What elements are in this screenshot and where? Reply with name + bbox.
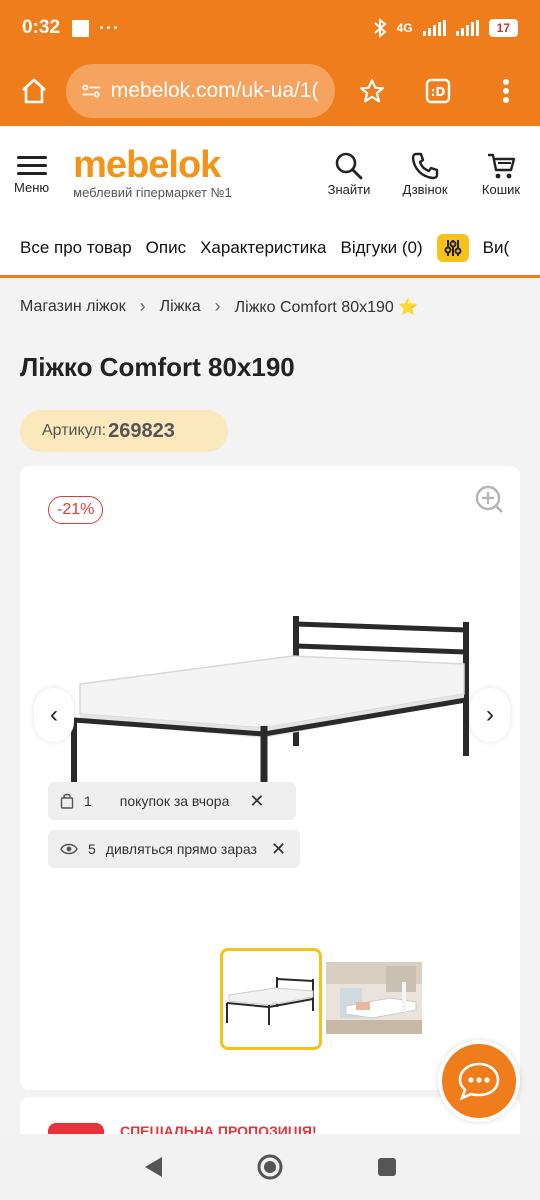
viewing-text: дивляться прямо зараз [105, 841, 257, 857]
notification-icon [72, 19, 90, 37]
home-icon[interactable] [16, 73, 52, 109]
phone-icon [411, 152, 439, 179]
breadcrumb: Магазин ліжок › Ліжка › Ліжко Comfort 80… [20, 296, 418, 317]
brand-name: mebelok [73, 143, 221, 186]
brand-tagline: меблевий гіпермаркет №1 [73, 184, 232, 200]
purchases-text: покупок за вчора [119, 793, 230, 809]
status-bar: 0:32 ··· 4G 17 [0, 0, 540, 56]
menu-button[interactable]: Меню [14, 151, 49, 195]
svg-text::D: :D [431, 85, 446, 99]
product-tabs: Все про товар Опис Характеристика Відгук… [0, 220, 540, 278]
menu-label: Меню [14, 180, 50, 195]
sku-label: Артикул: [42, 422, 107, 439]
site-settings-icon[interactable] [82, 82, 101, 100]
shopping-bag-icon [60, 793, 74, 809]
tab-more[interactable]: Ви( [483, 238, 510, 258]
sku-badge: Артикул: 269823 [20, 410, 228, 452]
breadcrumb-current: Ліжко Comfort 80x190 ⭐ [234, 298, 419, 316]
battery-icon: 17 [488, 19, 518, 37]
signal-icon [422, 20, 446, 36]
back-icon[interactable] [142, 1155, 164, 1179]
cart-button[interactable]: Кошик [476, 150, 526, 197]
product-image[interactable] [68, 606, 478, 786]
thumbnail-bed-image [226, 977, 314, 1025]
url-bar[interactable]: mebelok.com/uk-ua/1( [65, 64, 335, 118]
zoom-in-icon[interactable] [474, 484, 504, 514]
search-label: Знайти [327, 181, 371, 197]
browser-chrome: 0:32 ··· 4G 17 mebelok.com/uk-ua/1( :D [0, 0, 540, 126]
bluetooth-icon [373, 18, 387, 38]
thumbnail-2[interactable] [326, 962, 422, 1034]
site-logo[interactable]: mebelok меблевий гіпермаркет №1 [73, 143, 232, 200]
next-image-button[interactable]: › [470, 688, 510, 742]
tab-reviews[interactable]: Відгуки (0) [340, 238, 422, 258]
call-button[interactable]: Дзвінок [400, 150, 450, 197]
cart-icon [488, 153, 516, 178]
chat-button[interactable] [438, 1040, 520, 1122]
close-icon[interactable]: ✕ [249, 791, 264, 812]
home-circle-icon[interactable] [256, 1153, 284, 1181]
site-header: Меню mebelok меблевий гіпермаркет №1 Зна… [0, 126, 540, 220]
chevron-right-icon: › [486, 701, 494, 728]
purchases-notice: 1 покупок за вчора ✕ [48, 782, 296, 820]
network-type: 4G [396, 21, 413, 35]
sku-value: 269823 [108, 419, 175, 442]
recents-icon[interactable] [376, 1156, 398, 1178]
eye-icon [60, 843, 78, 855]
page-title: Ліжко Comfort 80x190 [20, 352, 295, 382]
purchases-count: 1 [84, 793, 92, 809]
viewers-notice: 5 дивляться прямо зараз ✕ [48, 830, 300, 868]
call-label: Дзвінок [402, 181, 448, 197]
system-nav-bar [0, 1134, 540, 1200]
hamburger-icon [16, 151, 47, 180]
previous-image-button[interactable]: ‹ [34, 688, 74, 742]
filter-icon[interactable] [436, 233, 469, 262]
status-time: 0:32 [22, 17, 61, 38]
search-icon [335, 152, 363, 179]
overflow-menu-icon[interactable] [488, 73, 524, 109]
signal-2-icon [455, 20, 479, 36]
discount-badge: -21% [48, 496, 104, 524]
tab-characteristics[interactable]: Характеристика [200, 238, 326, 258]
viewing-count: 5 [88, 841, 96, 857]
search-button[interactable]: Знайти [324, 150, 374, 197]
bookmark-star-icon[interactable] [355, 73, 391, 109]
tab-switcher-icon[interactable]: :D [420, 73, 456, 109]
chevron-right-icon: › [214, 296, 221, 316]
more-notifications-icon: ··· [99, 17, 121, 38]
chevron-right-icon: › [139, 296, 146, 316]
thumbnail-1[interactable] [220, 948, 322, 1050]
chevron-left-icon: ‹ [50, 701, 58, 728]
breadcrumb-store[interactable]: Магазин ліжок [20, 298, 126, 316]
close-icon[interactable]: ✕ [271, 839, 286, 860]
url-text: mebelok.com/uk-ua/1( [110, 79, 319, 102]
cart-label: Кошик [481, 181, 521, 197]
tab-description[interactable]: Опис [146, 238, 186, 258]
tab-all-about[interactable]: Все про товар [20, 238, 132, 258]
chat-icon [458, 1062, 500, 1101]
breadcrumb-beds[interactable]: Ліжка [160, 298, 201, 316]
product-gallery: -21% ‹ › 1 покупок за вчора ✕ 5 дивлятьс… [20, 466, 520, 1090]
